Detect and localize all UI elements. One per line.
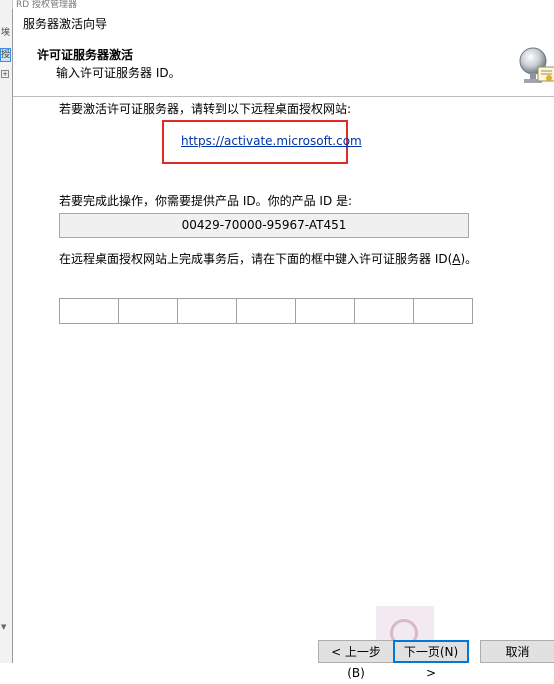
title-bar: 服务器激活向导 [13, 9, 554, 35]
wizard-header: 许可证服务器激活 输入许可证服务器 ID。 [13, 35, 554, 97]
background-char: 埃 [1, 28, 11, 38]
server-id-field-3[interactable] [177, 298, 237, 324]
scroll-down-icon[interactable]: ▼ [1, 623, 10, 633]
server-id-field-2[interactable] [118, 298, 178, 324]
server-id-field-1[interactable] [59, 298, 119, 324]
server-id-field-4[interactable] [236, 298, 296, 324]
activation-website-link[interactable]: https://activate.microsoft.com [181, 134, 362, 148]
access-key: A [452, 252, 461, 266]
instruction-text-end: )。 [460, 252, 478, 266]
server-id-field-5[interactable] [295, 298, 355, 324]
cancel-button[interactable]: 取消 [480, 640, 554, 663]
server-id-field-6[interactable] [354, 298, 414, 324]
page-subtitle: 输入许可证服务器 ID。 [56, 66, 181, 80]
next-button[interactable]: 下一页(N) > [393, 640, 469, 680]
back-button[interactable]: < 上一步(B) [318, 640, 394, 680]
background-char: 授 [1, 50, 11, 60]
license-server-globe-icon [519, 47, 554, 83]
window-title: 服务器激活向导 [23, 17, 108, 31]
activation-wizard-dialog: 服务器激活向导 许可证服务器激活 输入许可证服务器 ID。 若要激活许可证服务器… [12, 9, 554, 680]
server-id-field-7[interactable] [413, 298, 473, 324]
enter-server-id-instruction: 在远程桌面授权网站上完成事务后，请在下面的框中键入许可证服务器 ID(A)。 [59, 250, 477, 267]
license-server-id-inputs [59, 298, 473, 324]
product-id-field: 00429-70000-95967-AT451 [59, 213, 469, 238]
instruction-text: 在远程桌面授权网站上完成事务后，请在下面的框中键入许可证服务器 ID( [59, 252, 453, 266]
page-title: 许可证服务器激活 [37, 48, 134, 62]
tree-expander-icon[interactable]: + [1, 70, 9, 78]
goto-website-instruction: 若要激活许可证服务器，请转到以下远程桌面授权网站: [59, 102, 352, 116]
product-id-instruction: 若要完成此操作，你需要提供产品 ID。你的产品 ID 是: [59, 194, 353, 208]
